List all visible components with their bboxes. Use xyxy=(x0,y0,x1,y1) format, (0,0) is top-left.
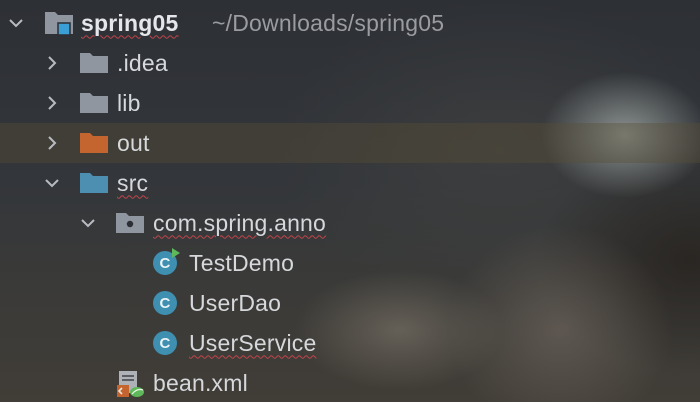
folder-icon xyxy=(79,91,109,115)
tree-row-out[interactable]: out xyxy=(0,123,700,163)
run-icon xyxy=(172,248,180,258)
tree-row-class[interactable]: C TestDemo xyxy=(0,243,700,283)
tree-row-project[interactable]: spring05 ~/Downloads/spring05 xyxy=(0,3,700,43)
chevron-right-icon[interactable] xyxy=(42,93,62,113)
project-tool-window: spring05 ~/Downloads/spring05 .idea lib … xyxy=(0,0,700,402)
excluded-folder-icon xyxy=(79,131,109,155)
file-label-bean-xml: bean.xml xyxy=(153,369,248,396)
tree-row-xml[interactable]: bean.xml xyxy=(0,363,700,402)
class-label-userdao: UserDao xyxy=(189,289,282,316)
tree-row-class[interactable]: C UserDao xyxy=(0,283,700,323)
class-label-testdemo: TestDemo xyxy=(189,249,295,276)
source-folder-icon xyxy=(79,171,109,195)
chevron-right-icon[interactable] xyxy=(42,133,62,153)
folder-label-src: src xyxy=(117,169,149,196)
package-label: com.spring.anno xyxy=(153,209,327,236)
tree-row-package[interactable]: com.spring.anno xyxy=(0,203,700,243)
module-folder-icon xyxy=(44,9,76,37)
chevron-down-icon[interactable] xyxy=(78,213,98,233)
folder-label-idea: .idea xyxy=(117,49,168,76)
tree-row-class[interactable]: C UserService xyxy=(0,323,700,363)
spring-xml-icon xyxy=(115,369,145,399)
tree-row-src[interactable]: src xyxy=(0,163,700,203)
folder-label-out: out xyxy=(117,129,150,156)
tree-row-lib[interactable]: lib xyxy=(0,83,700,123)
tree-row-idea[interactable]: .idea xyxy=(0,43,700,83)
class-icon: C xyxy=(153,291,177,315)
chevron-down-icon[interactable] xyxy=(6,13,26,33)
class-icon: C xyxy=(153,331,177,355)
folder-label-lib: lib xyxy=(117,89,141,116)
package-icon xyxy=(115,211,145,235)
project-path: ~/Downloads/spring05 xyxy=(212,9,445,36)
class-label-userservice: UserService xyxy=(189,329,317,356)
folder-icon xyxy=(79,51,109,75)
chevron-down-icon[interactable] xyxy=(42,173,62,193)
class-icon: C xyxy=(153,248,180,275)
project-name: spring05 xyxy=(81,9,179,36)
chevron-right-icon[interactable] xyxy=(42,53,62,73)
